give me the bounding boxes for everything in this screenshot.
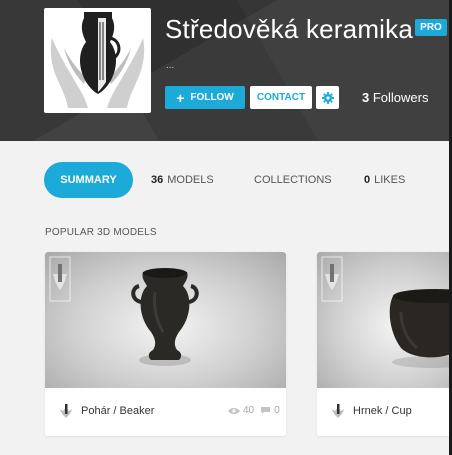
follow-button-label: FOLLOW xyxy=(190,92,234,103)
profile-tagline: ... xyxy=(166,60,175,71)
follow-button[interactable]: + FOLLOW xyxy=(165,86,245,109)
model-thumbnail[interactable] xyxy=(317,252,449,388)
comments-count: 0 xyxy=(274,405,280,416)
profile-name: Středověká keramika xyxy=(165,14,414,44)
comment-icon xyxy=(261,407,271,414)
watermark-icon xyxy=(49,256,71,302)
comments-stat: 0 xyxy=(260,405,280,416)
model-stats: 40 0 1 xyxy=(228,405,286,416)
models-count: 36 xyxy=(151,174,164,186)
watermark-icon xyxy=(321,256,343,302)
profile-header: Středověká keramika PRO ... + FOLLOW CON… xyxy=(0,0,449,141)
model-title[interactable]: Pohár / Beaker xyxy=(81,405,154,417)
section-title: POPULAR 3D MODELS xyxy=(45,227,157,238)
avatar[interactable] xyxy=(44,8,151,113)
tab-models[interactable]: 36 MODELS xyxy=(151,174,214,186)
profile-page: Středověká keramika PRO ... + FOLLOW CON… xyxy=(0,0,449,455)
plus-icon: + xyxy=(176,89,185,106)
views-count: 40 xyxy=(243,405,255,416)
views-stat: 40 xyxy=(228,405,254,416)
pro-badge: PRO xyxy=(415,19,447,36)
models-label: MODELS xyxy=(167,174,214,186)
model-card[interactable]: Pohár / Beaker 40 0 1 xyxy=(45,252,286,436)
card-footer: Hrnek / Cup xyxy=(317,388,449,436)
author-avatar-icon[interactable] xyxy=(331,403,345,419)
likes-label: LIKES xyxy=(374,174,406,186)
eye-icon xyxy=(228,407,240,414)
followers-count[interactable]: 3 Followers xyxy=(362,90,428,105)
tab-collections[interactable]: COLLECTIONS xyxy=(254,174,332,186)
card-footer: Pohár / Beaker 40 0 1 xyxy=(45,388,286,436)
gear-icon xyxy=(321,91,334,104)
beaker-model xyxy=(131,268,199,366)
model-card[interactable]: Hrnek / Cup xyxy=(317,252,449,436)
contact-button[interactable]: CONTACT xyxy=(250,86,312,109)
followers-label: Followers xyxy=(372,90,429,105)
tab-likes[interactable]: 0 LIKES xyxy=(364,174,405,186)
tab-summary[interactable]: SUMMARY xyxy=(44,162,133,198)
model-title[interactable]: Hrnek / Cup xyxy=(353,405,412,417)
settings-button[interactable] xyxy=(316,86,339,109)
model-thumbnail[interactable] xyxy=(45,252,286,388)
likes-count: 0 xyxy=(364,174,371,186)
followers-number: 3 xyxy=(362,90,370,105)
author-avatar-icon[interactable] xyxy=(59,403,73,419)
